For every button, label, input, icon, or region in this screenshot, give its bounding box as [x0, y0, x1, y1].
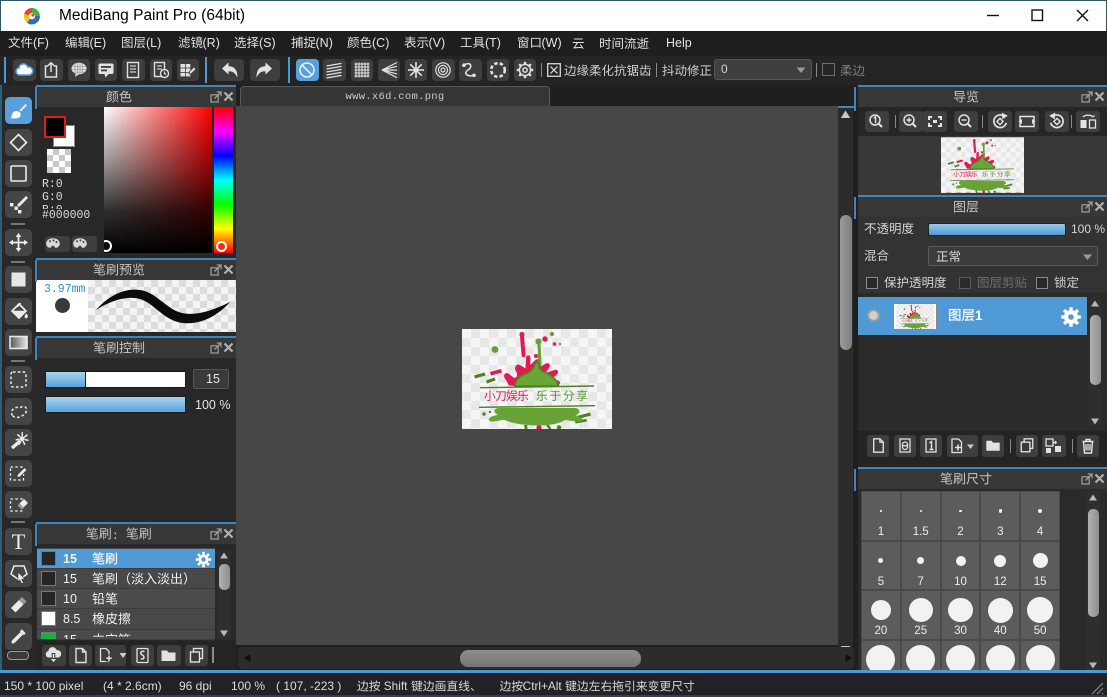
svg-text:T: T [11, 529, 25, 554]
